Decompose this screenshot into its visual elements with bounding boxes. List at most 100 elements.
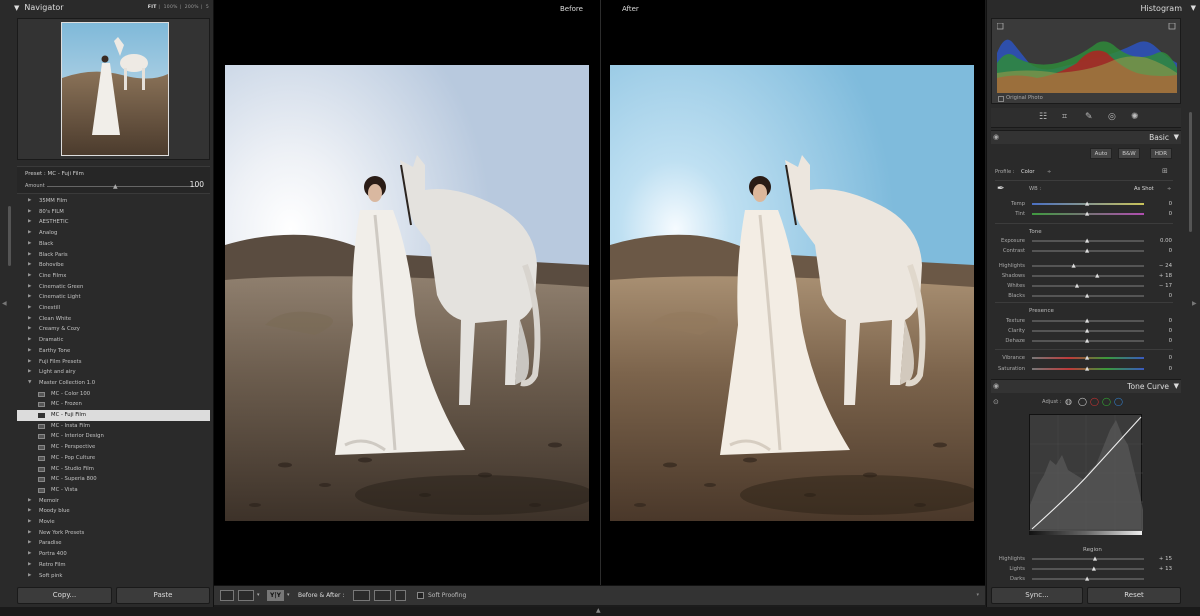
navigator-preview[interactable] xyxy=(17,18,210,160)
shadows-slider[interactable] xyxy=(1032,275,1144,277)
preset-group[interactable]: ▶ 35MM Film xyxy=(17,196,210,207)
soft-proofing-checkbox[interactable] xyxy=(417,592,424,599)
tone-curve-range-bar[interactable] xyxy=(1029,531,1142,535)
collapsed-triangle-icon[interactable]: ▶ xyxy=(28,357,31,368)
collapsed-triangle-icon[interactable]: ▶ xyxy=(28,292,31,303)
preset-item[interactable]: MC - Frozen xyxy=(17,399,210,410)
preset-group[interactable]: ▶ Black Paris xyxy=(17,250,210,261)
profile-value[interactable]: Color xyxy=(1021,169,1035,175)
collapsed-triangle-icon[interactable]: ▶ xyxy=(28,271,31,282)
point-curve-rgb-icon[interactable]: ◯ xyxy=(1078,397,1087,406)
preset-item[interactable]: MC - Pop Culture xyxy=(17,453,210,464)
tone-curve-visibility-icon[interactable]: ◉ xyxy=(993,382,999,390)
preset-group[interactable]: ▶ Dramatic xyxy=(17,335,210,346)
tone-curve-graph[interactable] xyxy=(1029,414,1143,531)
wb-eyedropper-icon[interactable]: ✒ xyxy=(997,184,1005,194)
copy-before-to-after-button[interactable] xyxy=(353,590,370,601)
preset-group[interactable]: ▶ AESTHETIC xyxy=(17,217,210,228)
tint-value[interactable]: 0 xyxy=(1150,211,1172,217)
collapsed-triangle-icon[interactable]: ▶ xyxy=(28,346,31,357)
preset-group[interactable]: ▶ Retro Film xyxy=(17,560,210,571)
amount-value[interactable]: 100 xyxy=(190,180,204,189)
basic-collapse-icon[interactable]: ▼ xyxy=(1174,133,1179,141)
zoom-custom[interactable]: 5 xyxy=(206,5,209,10)
edit-sliders-icon[interactable]: ☷ xyxy=(1039,112,1047,122)
contrast-slider-thumb[interactable]: ▲ xyxy=(1085,248,1089,254)
toolbar-menu-icon[interactable]: ▾ xyxy=(976,592,979,598)
collapsed-triangle-icon[interactable]: ▶ xyxy=(28,260,31,271)
preset-group[interactable]: ▶ New York Presets xyxy=(17,528,210,539)
collapsed-triangle-icon[interactable]: ▶ xyxy=(28,506,31,517)
collapsed-triangle-icon[interactable]: ▶ xyxy=(28,538,31,549)
preset-group[interactable]: ▶ Cinestill xyxy=(17,303,210,314)
collapsed-triangle-icon[interactable]: ▶ xyxy=(28,324,31,335)
whites-slider[interactable] xyxy=(1032,285,1144,287)
before-after-view-button[interactable]: Y|Y xyxy=(267,590,284,601)
auto-button[interactable]: Auto xyxy=(1090,148,1112,159)
blacks-value[interactable]: 0 xyxy=(1150,293,1172,299)
highlights-value[interactable]: − 24 xyxy=(1150,263,1172,269)
red-channel-icon[interactable]: ◯ xyxy=(1090,397,1099,406)
wb-dropdown-icon[interactable]: ÷ xyxy=(1167,186,1171,192)
collapsed-triangle-icon[interactable]: ▶ xyxy=(28,239,31,250)
wb-value[interactable]: As Shot xyxy=(1134,186,1154,192)
copy-button[interactable]: Copy... xyxy=(17,587,112,604)
highlights-value[interactable]: + 15 xyxy=(1150,556,1172,562)
tone-curve-collapse-icon[interactable]: ▼ xyxy=(1174,382,1179,390)
preset-group[interactable]: ▶ Cinematic Light xyxy=(17,292,210,303)
highlights-slider[interactable] xyxy=(1032,558,1144,560)
preset-group[interactable]: ▶ Paradise xyxy=(17,538,210,549)
texture-value[interactable]: 0 xyxy=(1150,318,1172,324)
blue-channel-icon[interactable]: ◯ xyxy=(1114,397,1123,406)
preset-group[interactable]: ▶ Light and airy xyxy=(17,367,210,378)
original-photo-label[interactable]: Original Photo xyxy=(1006,95,1043,101)
histogram[interactable]: Original Photo xyxy=(991,18,1181,104)
exposure-slider-thumb[interactable]: ▲ xyxy=(1085,238,1089,244)
paste-button[interactable]: Paste xyxy=(116,587,210,604)
whites-value[interactable]: − 17 xyxy=(1150,283,1172,289)
preset-group[interactable]: ▶ Creamy & Cozy xyxy=(17,324,210,335)
histogram-collapse-icon[interactable]: ▼ xyxy=(1191,4,1196,12)
tint-slider-thumb[interactable]: ▲ xyxy=(1085,211,1089,217)
highlights-slider-thumb[interactable]: ▲ xyxy=(1093,556,1097,562)
profile-browser-icon[interactable]: ⊞ xyxy=(1162,167,1168,175)
collapsed-triangle-icon[interactable]: ▶ xyxy=(28,228,31,239)
zoom-100[interactable]: 100% xyxy=(164,5,178,10)
preset-group[interactable]: ▶ Soft pink xyxy=(17,571,210,582)
vibrance-slider-thumb[interactable]: ▲ xyxy=(1085,355,1089,361)
temp-value[interactable]: 0 xyxy=(1150,201,1172,207)
preset-group[interactable]: ▶ Cine Filmx xyxy=(17,271,210,282)
basic-visibility-icon[interactable]: ◉ xyxy=(993,133,999,141)
saturation-slider-thumb[interactable]: ▲ xyxy=(1085,366,1089,372)
sync-button[interactable]: Sync... xyxy=(991,587,1083,604)
vibrance-value[interactable]: 0 xyxy=(1150,355,1172,361)
filmstrip-toggle-icon[interactable]: ▲ xyxy=(596,607,601,614)
basic-section-header[interactable]: ◉ Basic ▼ xyxy=(991,130,1181,144)
grid-view-button[interactable] xyxy=(238,590,254,601)
masking-icon[interactable]: ✺ xyxy=(1131,112,1139,122)
collapsed-triangle-icon[interactable]: ▶ xyxy=(28,335,31,346)
zoom-200[interactable]: 200% xyxy=(185,5,199,10)
lights-slider[interactable] xyxy=(1032,568,1144,570)
preset-scrollbar[interactable] xyxy=(8,206,11,266)
zoom-fit[interactable]: FIT xyxy=(148,5,157,10)
collapsed-triangle-icon[interactable]: ▶ xyxy=(28,282,31,293)
preset-group[interactable]: ▶ Bohovibe xyxy=(17,260,210,271)
whites-slider-thumb[interactable]: ▲ xyxy=(1075,283,1079,289)
collapsed-triangle-icon[interactable]: ▶ xyxy=(28,549,31,560)
preset-item[interactable]: MC - Superia 800 xyxy=(17,474,210,485)
preset-item[interactable]: MC - Interior Design xyxy=(17,431,210,442)
preset-group[interactable]: ▶ Clean White xyxy=(17,314,210,325)
clarity-slider-thumb[interactable]: ▲ xyxy=(1085,328,1089,334)
preset-group[interactable]: ▶ Cinematic Green xyxy=(17,282,210,293)
preset-item[interactable]: MC - Color 100 xyxy=(17,389,210,400)
target-adjust-icon[interactable]: ⊙ xyxy=(993,398,999,406)
preset-group[interactable]: ▶ Black xyxy=(17,239,210,250)
collapsed-triangle-icon[interactable]: ▶ xyxy=(28,250,31,261)
crop-icon[interactable]: ⌗ xyxy=(1062,112,1067,122)
temp-slider-thumb[interactable]: ▲ xyxy=(1085,201,1089,207)
amount-slider[interactable] xyxy=(47,186,197,187)
after-photo[interactable] xyxy=(610,65,974,521)
hdr-button[interactable]: HDR xyxy=(1150,148,1172,159)
red-eye-icon[interactable]: ◎ xyxy=(1108,112,1116,122)
